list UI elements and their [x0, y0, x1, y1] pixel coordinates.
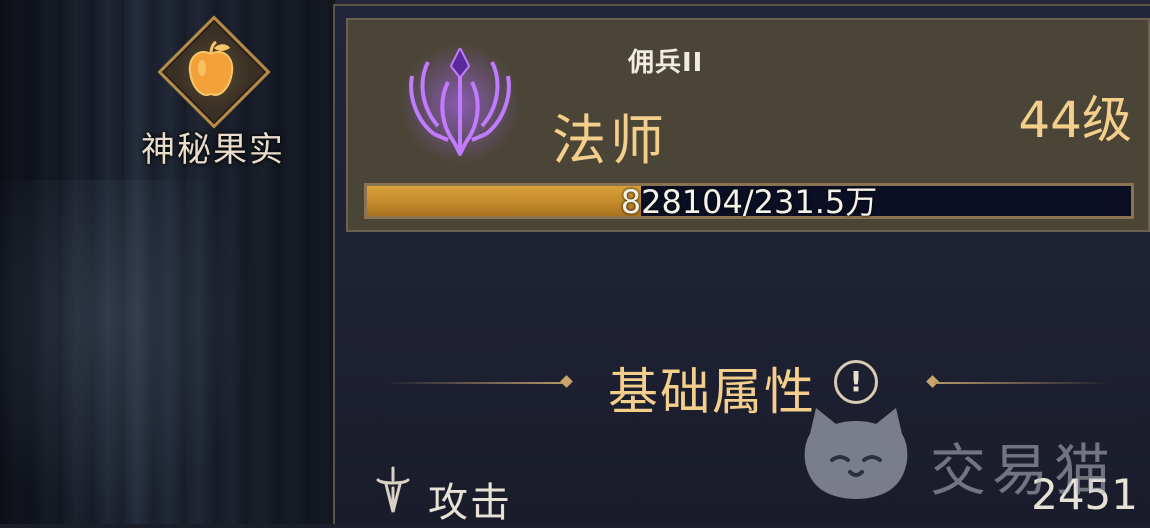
item-slot-mystery-fruit[interactable]: [157, 15, 271, 129]
watermark: 交易猫: [796, 404, 1136, 504]
watermark-text: 交易猫: [930, 439, 1116, 504]
sword-icon: [376, 466, 410, 513]
apple-icon: [188, 40, 234, 96]
section-title: 基础属性: [608, 363, 816, 421]
item-label: 神秘果实: [141, 130, 285, 170]
section-divider-left: [384, 382, 564, 384]
stat-label-attack: 攻击: [428, 480, 512, 526]
mage-crest-icon: [400, 44, 520, 164]
experience-bar: 828104/231.5万: [364, 183, 1134, 221]
level-label: 44级: [1018, 91, 1132, 149]
class-name: 法师: [552, 109, 668, 172]
section-divider-right: [934, 382, 1110, 384]
experience-text: 828104/231.5万: [620, 183, 878, 221]
rank-label: 佣兵II: [628, 48, 704, 78]
cat-icon: [804, 408, 908, 499]
info-icon[interactable]: !: [834, 360, 878, 404]
